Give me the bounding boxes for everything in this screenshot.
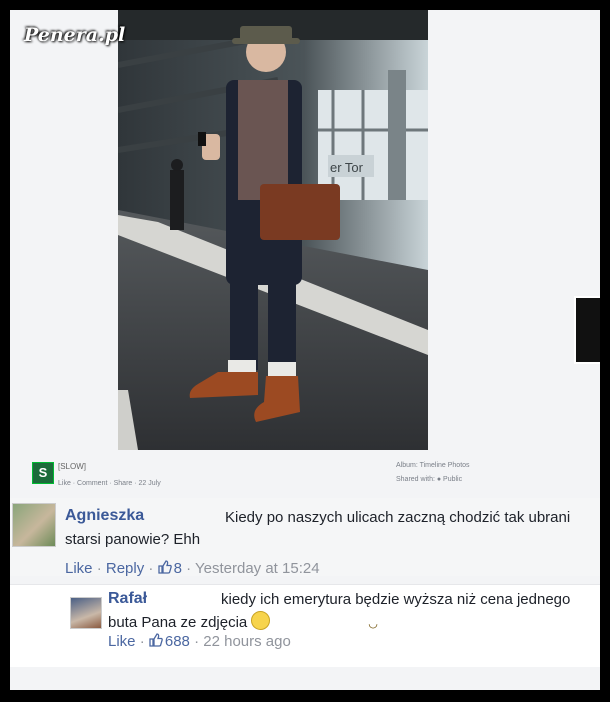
comment-text: kiedy ich emerytura będzie wyższa niż ce… <box>108 589 598 635</box>
separator: · <box>96 560 106 577</box>
separator: · <box>194 633 204 650</box>
separator: · <box>186 560 195 577</box>
like-count[interactable]: 688 <box>165 633 190 650</box>
like-link[interactable]: Like <box>108 633 136 650</box>
avatar[interactable] <box>12 503 56 547</box>
thumbs-up-icon <box>157 560 172 574</box>
comment-time[interactable]: Yesterday at 15:24 <box>195 560 320 577</box>
comment-time[interactable]: 22 hours ago <box>203 633 291 650</box>
comment-actions: Like · Reply · 8 · Yesterday at 15:24 <box>65 560 320 577</box>
privacy-label: Shared with: ● Public <box>396 476 463 483</box>
thumbs-up-icon <box>149 633 163 647</box>
comment-list: Agnieszka Kiedy po naszych ulicach zaczn… <box>10 498 600 690</box>
photo-viewer: er Tor <box>10 10 600 450</box>
comment-item: Agnieszka Kiedy po naszych ulicach zaczn… <box>10 498 600 577</box>
screenshot-frame: Penera.pl er Tor S [SLOW] Like · Comment… <box>10 10 600 690</box>
separator: · <box>148 560 158 577</box>
post-photo[interactable]: er Tor <box>118 10 428 450</box>
separator: · <box>139 633 149 650</box>
photo-illustration: er Tor <box>118 10 428 450</box>
comment-text: Kiedy po naszych ulicach zaczną chodzić … <box>65 509 571 548</box>
avatar[interactable] <box>70 597 102 629</box>
station-sign: er Tor <box>330 160 364 175</box>
site-watermark: Penera.pl <box>24 24 126 46</box>
like-count[interactable]: 8 <box>174 560 182 577</box>
page-logo-icon[interactable]: S <box>32 462 54 484</box>
album-link[interactable]: Album: Timeline Photos <box>396 462 470 469</box>
post-meta: S [SLOW] Like · Comment · Share · 22 Jul… <box>10 458 600 498</box>
page-name[interactable]: [SLOW] <box>58 462 86 471</box>
like-link[interactable]: Like <box>65 560 93 577</box>
comment-actions: Like · 688 · 22 hours ago <box>108 633 291 650</box>
photo-next-arrow[interactable] <box>574 296 600 364</box>
smiley-icon <box>251 611 378 635</box>
reply-link[interactable]: Reply <box>106 560 144 577</box>
comment-reply-item: Rafał kiedy ich emerytura będzie wyższa … <box>10 584 600 667</box>
post-actions[interactable]: Like · Comment · Share · 22 July <box>58 480 161 487</box>
